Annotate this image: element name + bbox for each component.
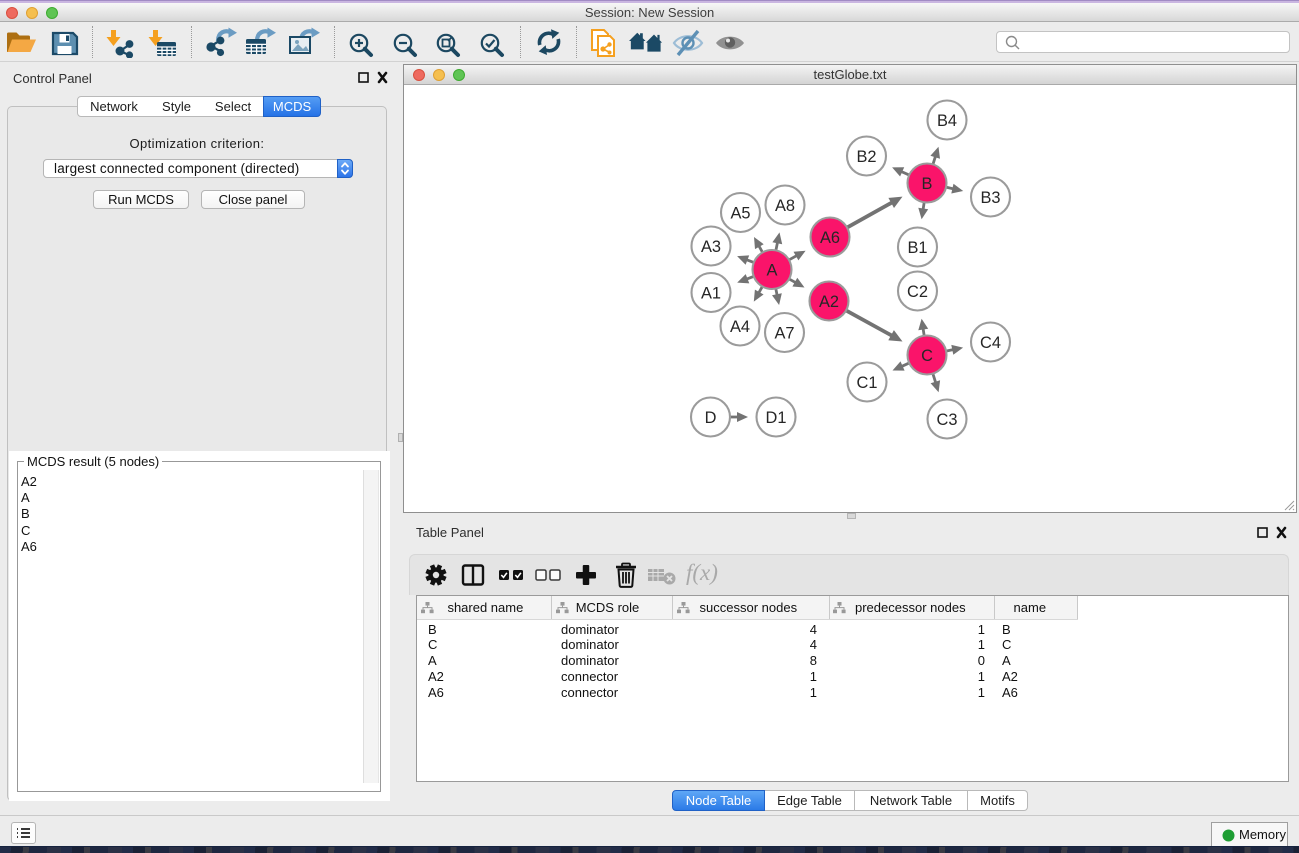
svg-text:C1: C1 [857,374,878,392]
svg-text:C3: C3 [937,411,958,429]
svg-text:B3: B3 [980,189,1000,207]
svg-text:A: A [767,261,778,279]
svg-text:A3: A3 [701,238,721,256]
svg-text:D1: D1 [766,409,787,427]
svg-text:A5: A5 [730,204,750,222]
svg-text:B1: B1 [907,239,927,257]
svg-text:A8: A8 [775,197,795,215]
svg-text:A7: A7 [774,324,794,342]
svg-text:B4: B4 [937,112,957,130]
svg-text:C2: C2 [907,283,928,301]
svg-text:B2: B2 [856,148,876,166]
svg-text:A2: A2 [819,293,839,311]
svg-text:D: D [705,409,717,427]
svg-text:C: C [921,347,933,365]
svg-text:A6: A6 [820,229,840,247]
svg-text:C4: C4 [980,334,1001,352]
svg-text:A4: A4 [730,318,750,336]
svg-text:B: B [922,175,933,193]
svg-text:A1: A1 [701,284,721,302]
